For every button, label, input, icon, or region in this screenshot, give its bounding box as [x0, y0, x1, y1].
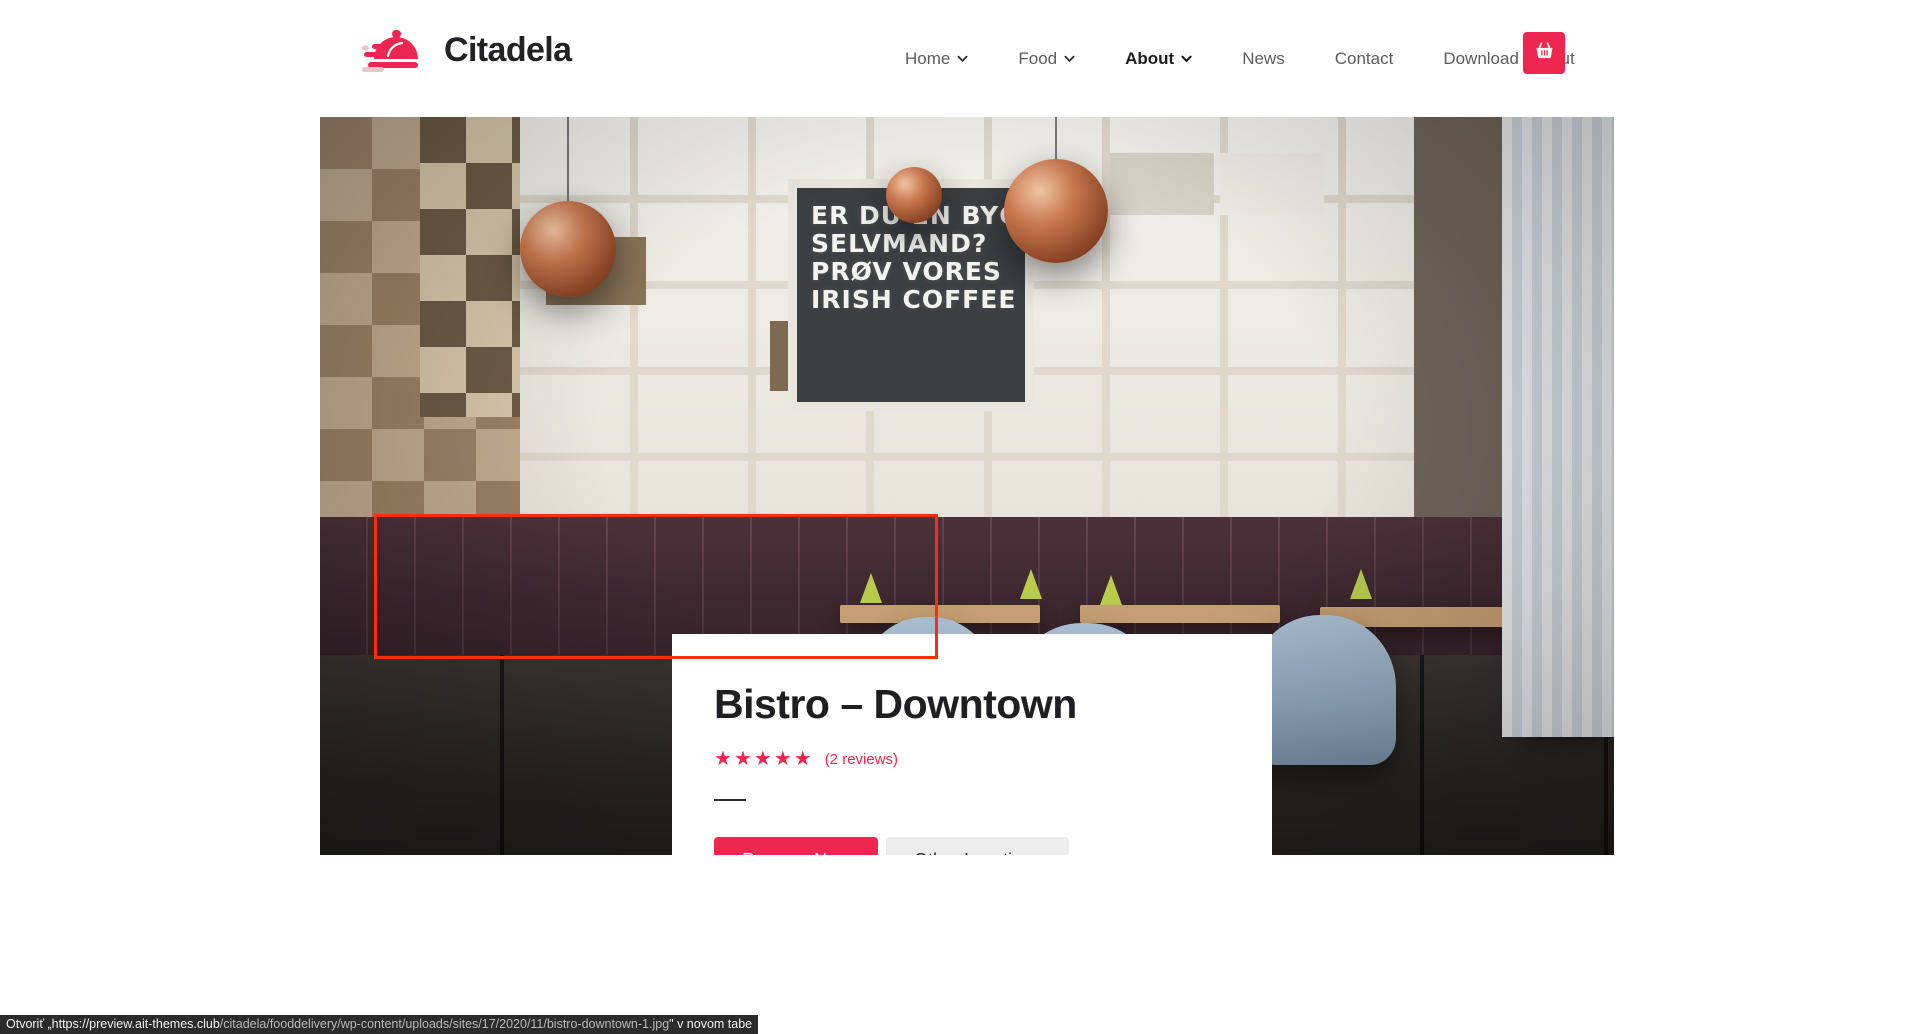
brand-logo-link[interactable]: Citadela	[362, 26, 572, 74]
hero-action-buttons: Reserve Now Other Locations	[714, 837, 1070, 855]
star-icon: ★	[714, 748, 732, 770]
other-locations-button[interactable]: Other Locations	[886, 837, 1070, 855]
nav-item-food[interactable]: Food	[993, 49, 1100, 69]
nav-item-news[interactable]: News	[1217, 49, 1310, 69]
star-icon: ★	[793, 748, 812, 770]
page-title: Bistro – Downtown	[714, 681, 1077, 727]
nav-item-contact[interactable]: Contact	[1310, 49, 1419, 69]
nav-item-about[interactable]: About	[1100, 49, 1217, 69]
status-bar-suffix: " v novom tabe	[669, 1017, 753, 1031]
chevron-down-icon	[1181, 53, 1192, 64]
nav-item-label: Food	[1018, 48, 1058, 68]
chevron-down-icon	[957, 53, 968, 64]
nav-item-label: Contact	[1334, 48, 1394, 68]
rating-row: ★ ★ ★ ★ ★ (2 reviews)	[714, 749, 898, 769]
cloche-serving-dome-icon	[362, 26, 426, 74]
shopping-basket-icon	[1534, 40, 1555, 66]
star-icon: ★	[773, 748, 792, 770]
nav-item-label: Home	[905, 48, 951, 68]
nav-item-label: About	[1125, 48, 1175, 68]
brand-name: Citadela	[444, 31, 572, 69]
hero-info-card: Bistro – Downtown ★ ★ ★ ★ ★ (2 reviews) …	[672, 634, 1272, 855]
status-bar-prefix: Otvoriť „https://preview.ait-themes.club	[6, 1017, 220, 1031]
hero-section: ER DU EN BYG SELVMAND? PRØV VORES IRISH …	[320, 117, 1614, 855]
title-divider	[714, 799, 746, 801]
browser-status-bar: Otvoriť „https://preview.ait-themes.club…	[0, 1015, 759, 1034]
star-icon: ★	[733, 748, 752, 770]
nav-item-home[interactable]: Home	[880, 49, 993, 69]
reserve-now-button[interactable]: Reserve Now	[714, 837, 879, 855]
lower-content-section: 🍴 🍴 ☕ 🍴 🍔 ☕ 🍔 ✚ 🛏 CVS Pharmacy Residence…	[0, 880, 1914, 1034]
reviews-count-link[interactable]: (2 reviews)	[825, 751, 898, 768]
chevron-down-icon	[1064, 53, 1075, 64]
nav-item-label: News	[1242, 48, 1285, 68]
star-rating: ★ ★ ★ ★ ★	[714, 749, 812, 769]
main-navigation: Home Food About News Contact Download La…	[880, 0, 1600, 117]
nav-item-download-layout[interactable]: Download Layout	[1418, 49, 1599, 69]
site-header: Citadela Home Food About News Contact Do…	[0, 0, 1914, 117]
status-bar-path: /citadela/fooddelivery/wp-content/upload…	[219, 1017, 670, 1031]
cart-button[interactable]	[1523, 32, 1565, 74]
star-icon: ★	[753, 748, 772, 770]
